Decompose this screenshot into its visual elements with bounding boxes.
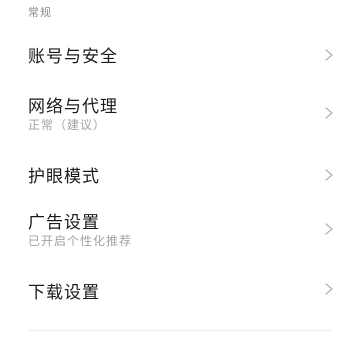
item-title: 下载设置 [28, 283, 100, 303]
item-title: 网络与代理 [28, 97, 118, 117]
chevron-right-icon [322, 168, 336, 182]
chevron-right-icon [322, 48, 336, 62]
divider [28, 330, 332, 331]
item-title: 护眼模式 [28, 167, 100, 187]
settings-screen: 常规 账号与安全 网络与代理 正常（建议） 护眼模式 广告设置 已开启个性化推荐… [0, 0, 360, 360]
item-subtitle: 已开启个性化推荐 [28, 234, 133, 248]
item-title: 账号与安全 [28, 47, 118, 67]
item-title: 广告设置 [28, 213, 100, 233]
settings-item-network-proxy[interactable]: 网络与代理 正常（建议） [0, 86, 360, 142]
settings-item-ad-settings[interactable]: 广告设置 已开启个性化推荐 [0, 200, 360, 256]
item-subtitle: 正常（建议） [28, 118, 107, 132]
chevron-right-icon [322, 106, 336, 120]
settings-item-account-security[interactable]: 账号与安全 [0, 28, 360, 84]
chevron-right-icon [322, 222, 336, 236]
settings-item-eye-protection[interactable]: 护眼模式 [0, 146, 360, 202]
section-label: 常规 [28, 6, 52, 19]
chevron-right-icon [322, 282, 336, 296]
settings-item-download-settings[interactable]: 下载设置 [0, 262, 360, 318]
